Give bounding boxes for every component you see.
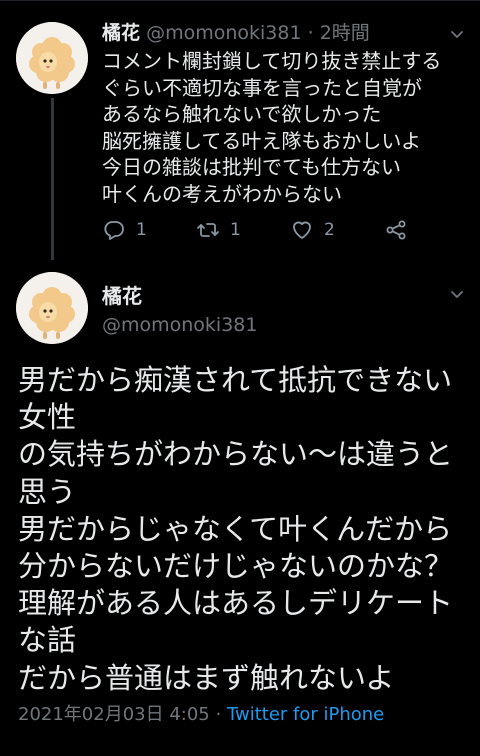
text-line: 理解がある人はあるしデリケート — [18, 586, 454, 621]
text-line: 女性 — [18, 400, 77, 435]
thread-line — [51, 98, 54, 260]
retweet-button[interactable]: 1 — [196, 216, 241, 244]
text-line: 分からないだけじゃないのかな？ — [18, 549, 454, 584]
tweet-meta: 2021年02月03日 4:05 · Twitter for iPhone — [18, 702, 384, 728]
heart-icon — [293, 221, 311, 239]
author-name[interactable]: 橘花 — [102, 280, 142, 309]
share-icon — [386, 220, 406, 240]
separator-dot: · — [215, 704, 222, 725]
sheep-avatar-icon — [16, 272, 88, 344]
retweet-icon — [197, 223, 219, 237]
text-line: 男だからじゃなくて叶くんだから — [18, 511, 453, 546]
text-line: 男だから痴漢されて抵抗できない — [18, 363, 453, 397]
like-count: 2 — [324, 220, 335, 240]
like-button[interactable]: 2 — [290, 216, 335, 244]
author-handle[interactable]: @momonoki381 — [146, 22, 301, 44]
text-line: 叶くんの考えがわからない — [102, 181, 342, 206]
author-name[interactable]: 橘花 — [102, 22, 140, 44]
avatar[interactable] — [16, 22, 88, 94]
sheep-avatar-icon — [16, 22, 88, 94]
top-divider — [0, 0, 480, 1]
reply-icon — [104, 221, 124, 240]
reply-tweet-text: コメント欄封鎖して切り抜き禁止する ぐらい不適切な事を言ったと自覚が あるなら触… — [102, 48, 441, 207]
retweet-count: 1 — [230, 220, 241, 240]
text-line: 思う — [18, 474, 77, 509]
share-button[interactable] — [384, 216, 408, 244]
text-line: だから普通はまず触れないよ — [18, 660, 395, 695]
author-handle[interactable]: @momonoki381 — [102, 314, 257, 336]
text-line: の気持ちがわからない〜は違うと — [18, 437, 454, 472]
tweet-date[interactable]: 2021年02月03日 4:05 — [18, 704, 210, 725]
text-line: あるなら触れないで欲しかった — [102, 102, 382, 126]
reply-tweet-header: 橘花 @momonoki381 · 2時間 — [102, 20, 370, 46]
action-bar: 1 1 2 — [102, 216, 422, 244]
text-line: 脳死擁護してる叶え隊もおかしいよ — [102, 128, 421, 153]
reply-count: 1 — [136, 220, 147, 240]
separator-dot: · — [307, 22, 314, 44]
chevron-down-icon[interactable] — [447, 284, 467, 304]
text-line: ぐらい不適切な事を言ったと自覚が — [102, 75, 422, 100]
text-line: な話 — [18, 623, 77, 658]
tweet-time[interactable]: 2時間 — [320, 22, 370, 44]
text-line: 今日の雑談は批判でても仕方ない — [102, 155, 401, 179]
avatar[interactable] — [16, 272, 88, 344]
reply-button[interactable]: 1 — [102, 216, 147, 244]
tweet-source-link[interactable]: Twitter for iPhone — [227, 704, 384, 725]
chevron-down-icon[interactable] — [447, 24, 467, 44]
text-line: コメント欄封鎖して切り抜き禁止する — [102, 49, 442, 73]
main-tweet-text: 男だから痴漢されて抵抗できない 女性 の気持ちがわからない〜は違うと 思う 男だ… — [18, 362, 453, 697]
